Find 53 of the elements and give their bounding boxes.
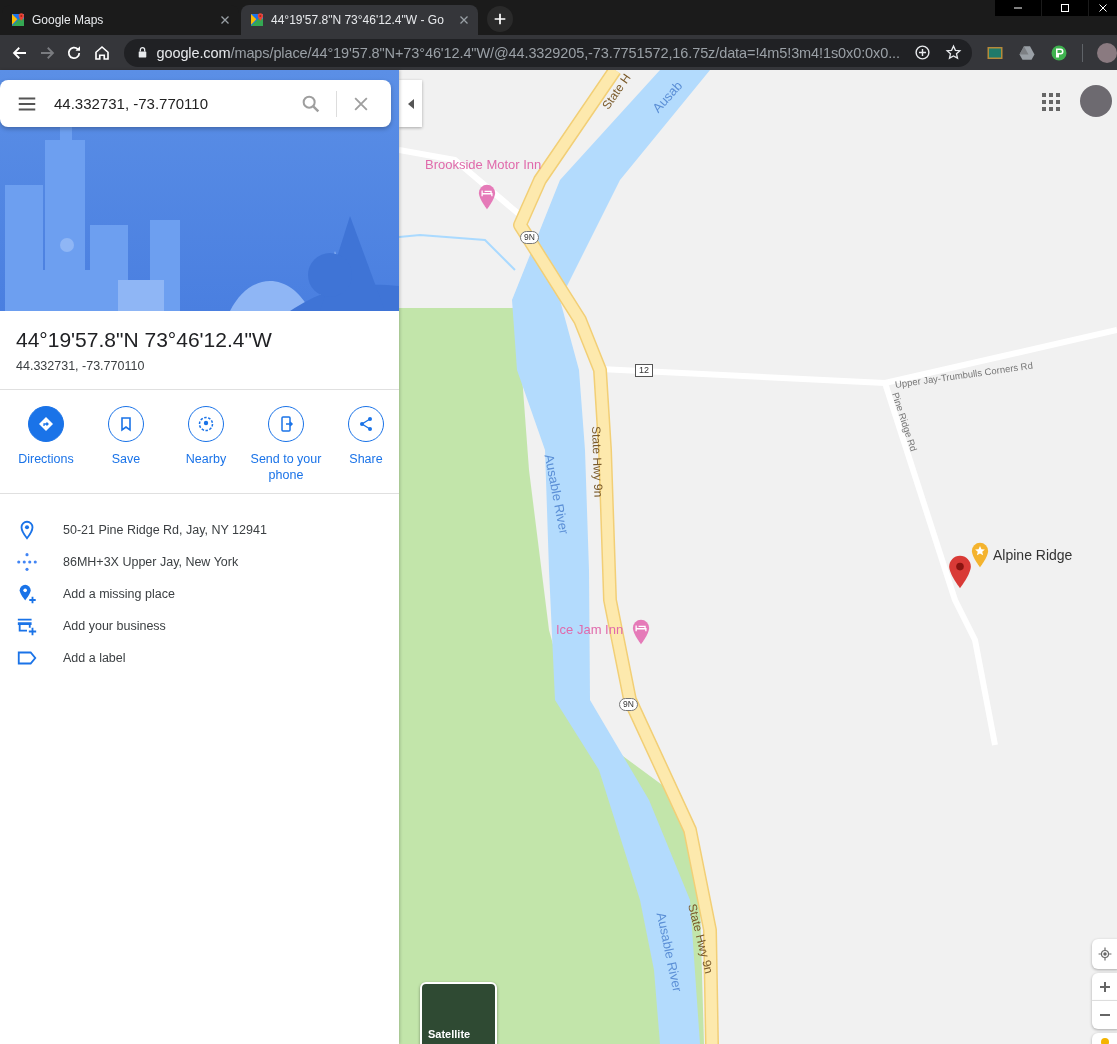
add-icon[interactable] [914, 44, 931, 61]
address-bar[interactable]: google.com/maps/place/44°19'57.8"N+73°46'12.4"W/@44.3329205,-73.7751572,16.75z/data=!4m5!3m4!1s0x0:0x0... [123, 38, 972, 67]
pegman-icon [1100, 1037, 1110, 1044]
action-button[interactable]: Nearby [166, 406, 246, 483]
action-button[interactable]: Save [86, 406, 166, 483]
route-shield: 9N [619, 698, 638, 711]
map-pin-icon [10, 12, 26, 28]
river-label: Ausable River [654, 911, 685, 993]
minimize-icon[interactable] [995, 0, 1041, 16]
star-pin-icon[interactable] [970, 542, 990, 568]
bed-pin-icon[interactable] [477, 184, 497, 210]
detail-item[interactable]: Add a missing place [0, 578, 399, 610]
detail-item[interactable]: Add a label [0, 642, 399, 674]
collapse-button[interactable] [399, 80, 422, 127]
tab-title: 44°19'57.8"N 73°46'12.4"W - Go [271, 13, 445, 27]
url-path: /maps/place/44°19'57.8"N+73°46'12.4"W/@44.3329205,-73.7751572,16.75z/data=!4m5!3m4!1s0x0:0x0... [230, 44, 900, 61]
place-title: 44°19'57.8"N 73°46'12.4"W [16, 328, 273, 352]
road-label: State Hwy 9n [590, 425, 605, 498]
road-label: State Hwy 9n [686, 902, 716, 975]
map-pin-icon [249, 12, 265, 28]
browser-tab[interactable]: 44°19'57.8"N 73°46'12.4"W - Go [241, 5, 478, 35]
detail-item[interactable]: 86MH+3X Upper Jay, New York [0, 546, 399, 578]
plus-icon[interactable] [487, 6, 513, 32]
hotel-label: Ice Jam Inn [556, 623, 624, 636]
crosshair-icon [1098, 947, 1112, 961]
action-button[interactable]: Directions [6, 406, 86, 483]
satellite-layer-button[interactable]: Satellite [420, 982, 497, 1044]
route-sign: 12 [635, 364, 653, 377]
zoom-in-button[interactable] [1092, 973, 1117, 1001]
close-icon[interactable] [1089, 0, 1117, 16]
plus-icon [1099, 980, 1111, 993]
hotel-label: Brookside Motor Inn [425, 158, 542, 171]
apps-grid-icon[interactable] [1042, 93, 1060, 111]
street-label: Pine Ridge Rd [890, 391, 919, 453]
dots-icon [16, 551, 40, 573]
maximize-icon[interactable] [1042, 0, 1088, 16]
detail-item[interactable]: Add your business [0, 610, 399, 642]
detail-item[interactable]: 50-21 Pine Ridge Rd, Jay, NY 12941 [0, 514, 399, 546]
close-icon[interactable] [219, 14, 231, 26]
river-label: Ausable River [542, 453, 571, 536]
bed-pin-icon[interactable] [631, 619, 651, 645]
star-icon[interactable] [945, 44, 962, 61]
caret-icon [406, 98, 415, 109]
street-label: Upper Jay-Trumbulls Corners Rd [894, 360, 1034, 390]
place-label: Alpine Ridge [993, 548, 1073, 562]
action-button[interactable]: Send to your phone [246, 406, 326, 483]
coordinates-text: 44.332731, -73.770110 [16, 359, 146, 373]
tab-title: Google Maps [32, 13, 105, 27]
my-location-button[interactable] [1092, 939, 1117, 969]
avatar-circle[interactable] [1097, 42, 1117, 63]
url-host: google.com [156, 44, 231, 61]
zoom-out-button[interactable] [1092, 1001, 1117, 1029]
route-shield: 9N [520, 231, 539, 244]
